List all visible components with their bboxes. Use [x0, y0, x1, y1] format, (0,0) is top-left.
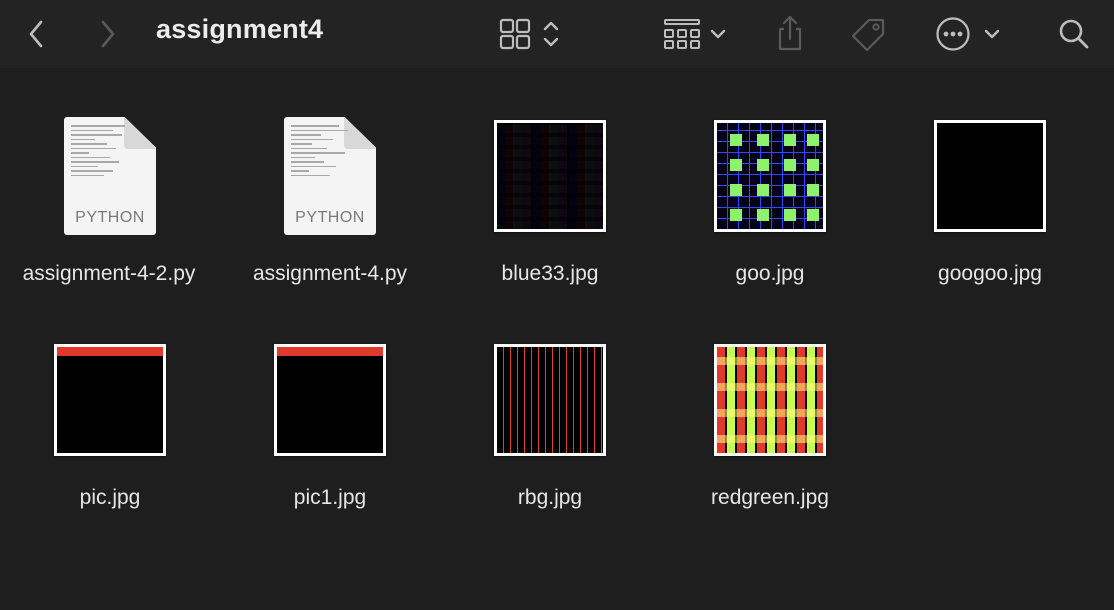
- image-thumbnail: [274, 344, 386, 456]
- forward-button[interactable]: [90, 14, 126, 54]
- image-thumbnail: [714, 344, 826, 456]
- file-thumbnail: [490, 340, 610, 460]
- file-item[interactable]: pic1.jpg: [220, 330, 440, 550]
- image-thumbnail: [714, 120, 826, 232]
- file-name: googoo.jpg: [938, 262, 1042, 285]
- file-item[interactable]: redgreen.jpg: [660, 330, 880, 550]
- file-thumbnail: [930, 116, 1050, 236]
- search-icon: [1059, 19, 1089, 49]
- updown-chevron-icon: [543, 21, 559, 47]
- file-name: blue33.jpg: [501, 262, 599, 285]
- python-document-icon: PYTHON: [284, 117, 376, 235]
- file-name: goo.jpg: [735, 262, 805, 285]
- file-thumbnail: [270, 340, 390, 460]
- group-by-icon: [664, 19, 700, 49]
- tag-button[interactable]: [846, 14, 890, 54]
- share-icon: [778, 15, 802, 51]
- file-name: pic.jpg: [79, 486, 141, 509]
- file-thumbnail: [490, 116, 610, 236]
- window-title: assignment4: [156, 14, 324, 44]
- file-kind-label: PYTHON: [75, 209, 145, 226]
- chevron-down-icon: [984, 29, 1000, 39]
- file-thumbnail: [710, 116, 830, 236]
- file-name: redgreen.jpg: [711, 486, 829, 509]
- tag-icon: [851, 18, 885, 52]
- file-thumbnail: [710, 340, 830, 460]
- more-actions-button[interactable]: [930, 14, 1006, 54]
- file-item[interactable]: PYTHON assignment-4.py: [220, 106, 440, 326]
- file-item[interactable]: blue33.jpg: [440, 106, 660, 326]
- view-mode-button[interactable]: [492, 16, 568, 52]
- file-thumbnail: PYTHON: [50, 116, 170, 236]
- image-thumbnail: [494, 344, 606, 456]
- ellipsis-circle-icon: [936, 17, 970, 51]
- file-item[interactable]: pic.jpg: [0, 330, 220, 550]
- python-document-icon: PYTHON: [64, 117, 156, 235]
- file-item[interactable]: PYTHON assignment-4-2.py: [0, 106, 220, 326]
- file-item[interactable]: goo.jpg: [660, 106, 880, 326]
- group-button[interactable]: [656, 16, 734, 52]
- toolbar: assignment4: [0, 0, 1114, 68]
- file-name: assignment-4.py: [252, 262, 408, 285]
- chevron-down-icon: [710, 29, 726, 39]
- share-button[interactable]: [770, 12, 810, 54]
- image-thumbnail: [54, 344, 166, 456]
- file-name: pic1.jpg: [293, 486, 367, 509]
- file-thumbnail: [50, 340, 170, 460]
- file-name: assignment-4-2.py: [22, 262, 196, 285]
- file-thumbnail: PYTHON: [270, 116, 390, 236]
- back-button[interactable]: [18, 14, 54, 54]
- image-thumbnail: [934, 120, 1046, 232]
- finder-window: assignment4 PYTHON assignment-4-2.py PYT…: [0, 0, 1114, 610]
- search-button[interactable]: [1052, 14, 1096, 54]
- file-kind-label: PYTHON: [295, 209, 365, 226]
- chevron-left-icon: [29, 20, 43, 48]
- image-thumbnail: [494, 120, 606, 232]
- file-item[interactable]: googoo.jpg: [880, 106, 1100, 326]
- file-item[interactable]: rbg.jpg: [440, 330, 660, 550]
- file-name: rbg.jpg: [517, 486, 583, 509]
- chevron-right-icon: [101, 20, 115, 48]
- grid-view-icon: [499, 18, 531, 50]
